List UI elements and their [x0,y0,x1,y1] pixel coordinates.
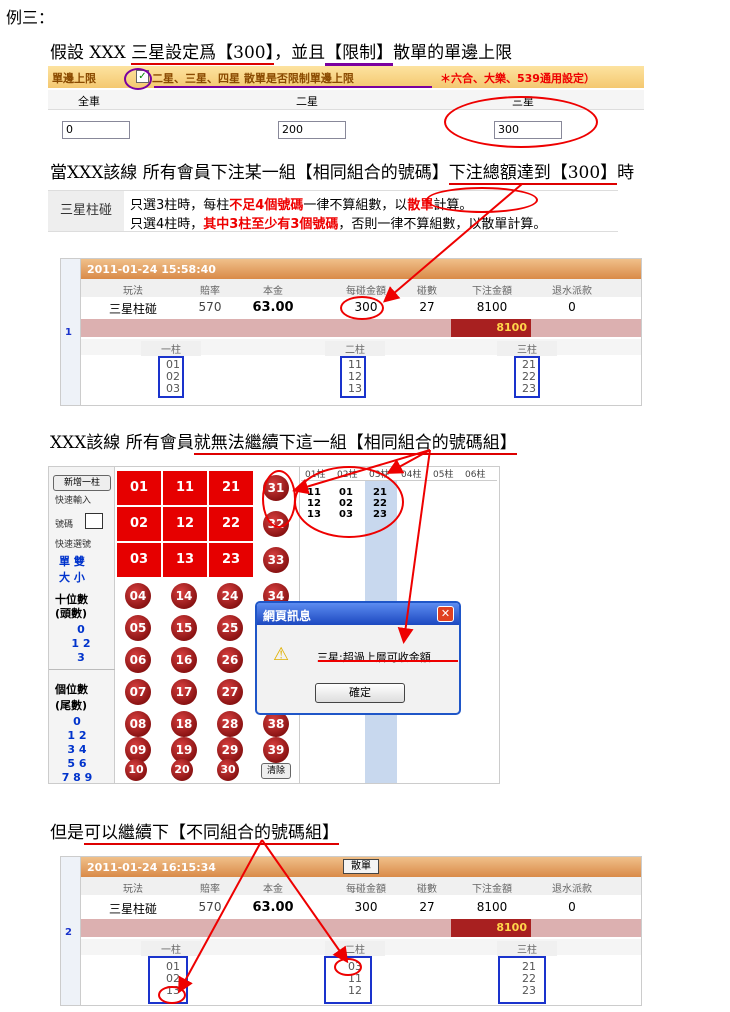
annotation-arrows [178,183,523,994]
